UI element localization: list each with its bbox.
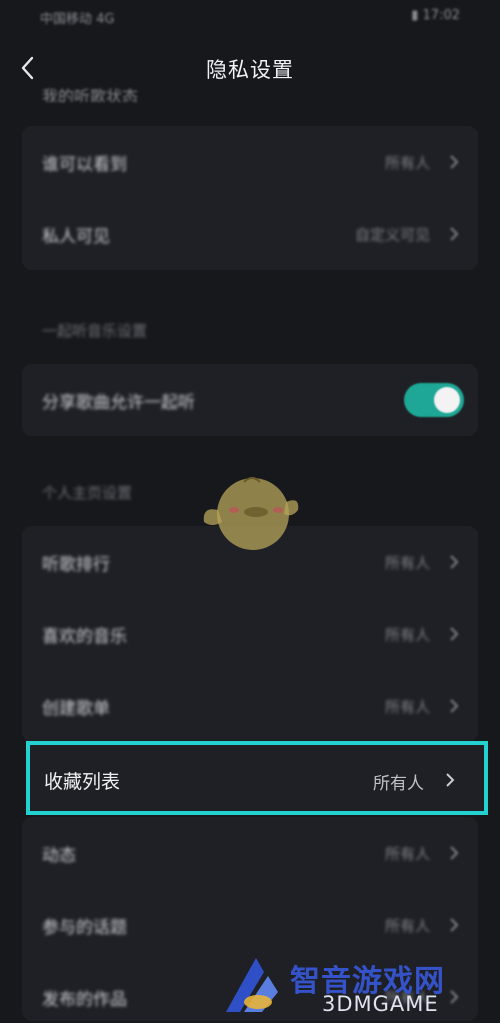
chevron-right-icon bbox=[450, 155, 459, 169]
row-label: 动态 bbox=[42, 846, 76, 866]
status-right: ▮ 17:02 bbox=[411, 8, 460, 23]
watermark-en-text: 3DMGAME bbox=[322, 992, 439, 1016]
settings-card-3: 听歌排行 所有人 喜欢的音乐 所有人 创建歌单 所有人 bbox=[22, 526, 478, 742]
listen-together-toggle[interactable] bbox=[404, 383, 464, 417]
chevron-right-icon bbox=[450, 555, 459, 569]
row-label: 参与的话题 bbox=[42, 918, 127, 938]
row-label: 私人可见 bbox=[42, 227, 110, 247]
chevron-right-icon bbox=[446, 773, 455, 787]
row-value: 所有人 bbox=[384, 845, 430, 863]
row-label: 谁可以看到 bbox=[42, 155, 127, 175]
page-title: 隐私设置 bbox=[206, 58, 294, 82]
row-label: 听歌排行 bbox=[42, 555, 110, 575]
chevron-right-icon bbox=[450, 627, 459, 641]
mascot-watermark-icon bbox=[203, 477, 299, 550]
section-title-personal-page: 个人主页设置 bbox=[42, 484, 133, 502]
status-bar: 中国移动 4G ▮ 17:02 bbox=[0, 0, 500, 36]
settings-row-favorites[interactable]: 收藏列表 所有人 bbox=[26, 741, 488, 815]
settings-card-2: 分享歌曲允许一起听 bbox=[22, 364, 478, 436]
row-value: 所有人 bbox=[384, 698, 430, 716]
row-label: 发布的作品 bbox=[42, 990, 127, 1010]
carrier-text: 中国移动 4G bbox=[40, 12, 115, 27]
settings-row-who-can-see[interactable]: 谁可以看到 所有人 bbox=[22, 126, 478, 198]
3dm-logo-icon bbox=[226, 958, 278, 1012]
settings-card-1: 谁可以看到 所有人 私人可见 自定义可见 bbox=[22, 126, 478, 270]
row-value: 所有人 bbox=[384, 917, 430, 935]
row-value: 自定义可见 bbox=[354, 226, 430, 244]
row-value: 所有人 bbox=[384, 626, 430, 644]
settings-row-listen-together: 分享歌曲允许一起听 bbox=[22, 364, 478, 436]
section-title-listening-status: 我的听歌状态 bbox=[42, 87, 139, 102]
settings-row-private[interactable]: 私人可见 自定义可见 bbox=[22, 198, 478, 270]
row-label: 收藏列表 bbox=[44, 771, 121, 793]
row-label: 创建歌单 bbox=[42, 699, 110, 719]
header: 隐私设置 bbox=[0, 44, 500, 92]
settings-row-liked-music[interactable]: 喜欢的音乐 所有人 bbox=[22, 598, 478, 670]
chevron-right-icon bbox=[450, 846, 459, 860]
chevron-right-icon bbox=[450, 699, 459, 713]
settings-row-created-playlists[interactable]: 创建歌单 所有人 bbox=[22, 670, 478, 742]
toggle-knob bbox=[434, 387, 460, 413]
site-watermark: 智音游戏网 3DMGAME bbox=[218, 952, 500, 1023]
chevron-right-icon bbox=[450, 227, 459, 241]
row-label: 分享歌曲允许一起听 bbox=[42, 393, 195, 413]
settings-row-moments[interactable]: 动态 所有人 bbox=[22, 817, 478, 889]
row-value: 所有人 bbox=[373, 774, 424, 794]
row-value: 所有人 bbox=[384, 554, 430, 572]
chevron-right-icon bbox=[450, 918, 459, 932]
row-value: 所有人 bbox=[384, 154, 430, 172]
settings-row-topics[interactable]: 参与的话题 所有人 bbox=[22, 889, 478, 961]
row-label: 喜欢的音乐 bbox=[42, 627, 127, 647]
section-title-listen-together: 一起听音乐设置 bbox=[42, 322, 148, 340]
